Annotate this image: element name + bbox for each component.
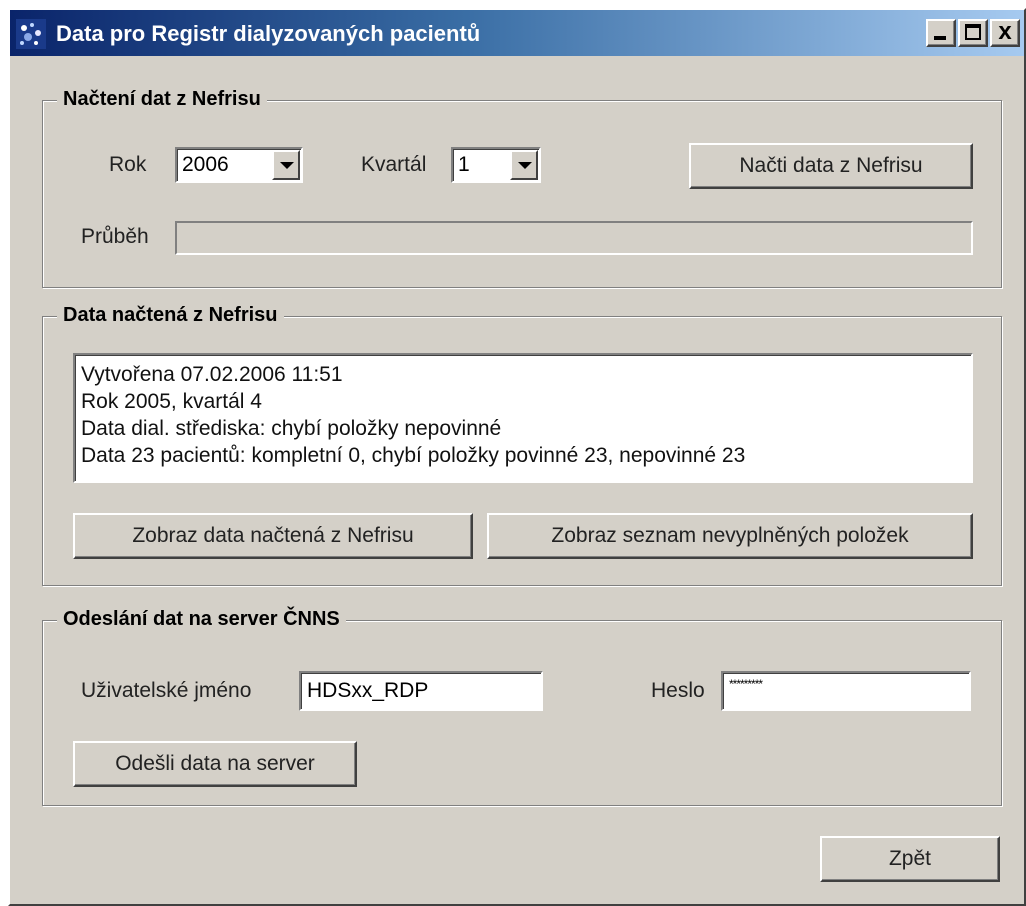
minimize-button[interactable] — [926, 19, 956, 47]
username-label: Uživatelské jméno — [81, 679, 252, 702]
load-data-legend: Načtení dat z Nefrisu — [57, 88, 267, 111]
password-field[interactable]: ********* — [721, 671, 971, 711]
maximize-icon — [965, 24, 981, 40]
maximize-button[interactable] — [958, 19, 988, 47]
close-button[interactable]: x — [990, 19, 1020, 47]
send-data-button[interactable]: Odešli data na server — [73, 741, 357, 787]
show-missing-items-button[interactable]: Zobraz seznam nevyplněných položek — [487, 513, 973, 559]
year-select[interactable]: 2006 — [175, 147, 303, 183]
send-data-group: Odeslání dat na server ČNNS Uživatelské … — [42, 608, 1002, 806]
chevron-down-icon — [518, 162, 532, 169]
title-bar[interactable]: Data pro Registr dialyzovaných pacientů … — [10, 10, 1024, 56]
dialog-window: Data pro Registr dialyzovaných pacientů … — [8, 8, 1026, 906]
window-title: Data pro Registr dialyzovaných pacientů — [56, 21, 481, 46]
app-icon — [16, 19, 46, 49]
year-dropdown-button[interactable] — [272, 150, 300, 180]
info-line-center: Data dial. střediska: chybí položky nepo… — [81, 417, 502, 440]
quarter-label: Kvartál — [361, 153, 427, 176]
send-data-legend: Odeslání dat na server ČNNS — [57, 608, 346, 631]
progress-label: Průběh — [81, 225, 149, 248]
info-line-created: Vytvořena 07.02.2006 11:51 — [81, 363, 343, 386]
password-label: Heslo — [651, 679, 705, 702]
loaded-data-group: Data načtená z Nefrisu Vytvořena 07.02.2… — [42, 304, 1002, 586]
year-value: 2006 — [182, 153, 229, 176]
progress-bar — [175, 221, 973, 255]
username-field[interactable]: HDSxx_RDP — [299, 671, 543, 711]
year-label: Rok — [109, 153, 147, 176]
info-line-period: Rok 2005, kvartál 4 — [81, 390, 262, 413]
loaded-data-legend: Data načtená z Nefrisu — [57, 304, 284, 327]
load-data-button[interactable]: Načti data z Nefrisu — [689, 143, 973, 189]
quarter-value: 1 — [458, 153, 470, 176]
chevron-down-icon — [280, 162, 294, 169]
info-line-patients: Data 23 pacientů: kompletní 0, chybí pol… — [81, 444, 746, 467]
minimize-icon — [934, 36, 946, 40]
back-button[interactable]: Zpět — [820, 836, 1000, 882]
data-info-listbox[interactable]: Vytvořena 07.02.2006 11:51 Rok 2005, kva… — [73, 353, 973, 483]
close-icon: x — [998, 18, 1012, 45]
quarter-dropdown-button[interactable] — [510, 150, 538, 180]
show-data-button[interactable]: Zobraz data načtená z Nefrisu — [73, 513, 473, 559]
quarter-select[interactable]: 1 — [451, 147, 541, 183]
load-data-group: Načtení dat z Nefrisu Rok 2006 Kvartál 1… — [42, 88, 1002, 288]
